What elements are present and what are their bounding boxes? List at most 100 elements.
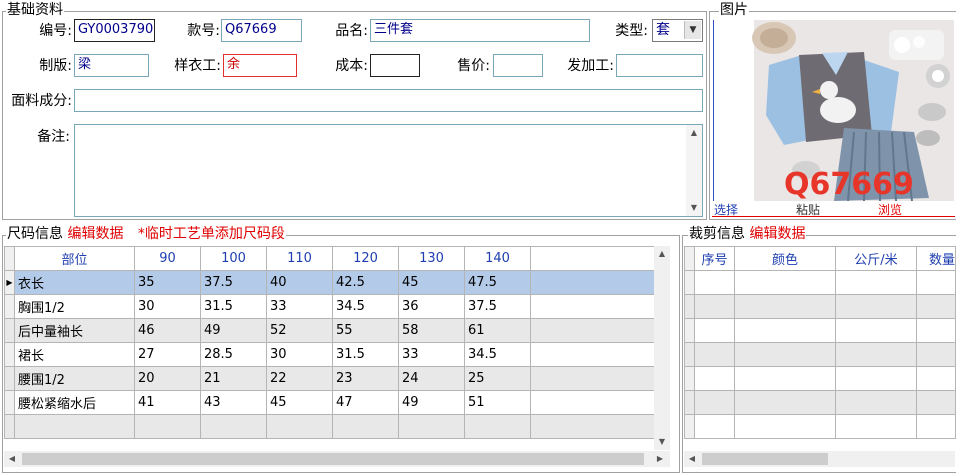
- table-cell[interactable]: 42.5: [332, 270, 399, 295]
- table-cell[interactable]: 45: [266, 390, 333, 415]
- scroll-thumb[interactable]: [702, 453, 828, 465]
- code-field[interactable]: GY0003790: [74, 19, 155, 42]
- scroll-thumb[interactable]: [22, 453, 644, 465]
- size-temp-note[interactable]: *临时工艺单添加尺码段: [138, 226, 285, 242]
- process-field[interactable]: [616, 54, 703, 77]
- table-row[interactable]: 裙长 27 28.5 30 31.5 33 34.5: [4, 342, 655, 367]
- table-cell[interactable]: 43: [200, 390, 267, 415]
- table-cell[interactable]: 27: [134, 342, 201, 367]
- fabric-field[interactable]: [74, 89, 703, 112]
- table-cell[interactable]: 33: [398, 342, 465, 367]
- size-edit-link[interactable]: 编辑数据: [67, 226, 123, 242]
- table-cell-empty[interactable]: [530, 318, 655, 343]
- table-cell[interactable]: 30: [266, 342, 333, 367]
- size-table[interactable]: 部位 90 100 110 120 130 140 ▶ 衣长 35 37.5 4…: [4, 246, 655, 439]
- table-cell[interactable]: 28.5: [200, 342, 267, 367]
- column-header[interactable]: 数量: [916, 246, 956, 271]
- table-cell[interactable]: 33: [266, 294, 333, 319]
- column-header[interactable]: 130: [398, 246, 465, 271]
- column-header[interactable]: 90: [134, 246, 201, 271]
- column-header[interactable]: 110: [266, 246, 333, 271]
- table-cell[interactable]: 21: [200, 366, 267, 391]
- column-header[interactable]: 140: [464, 246, 531, 271]
- table-row-empty[interactable]: [684, 342, 956, 367]
- scroll-up-icon[interactable]: ▲: [686, 125, 702, 141]
- table-row[interactable]: 腰松紧缩水后 41 43 45 47 49 51: [4, 390, 655, 415]
- scroll-up-icon[interactable]: ▲: [654, 246, 670, 262]
- table-cell[interactable]: 47.5: [464, 270, 531, 295]
- table-cell[interactable]: 后中量袖长: [14, 318, 135, 343]
- price-field[interactable]: [493, 54, 543, 77]
- cut-edit-link[interactable]: 编辑数据: [749, 226, 805, 242]
- table-row-empty[interactable]: [684, 294, 956, 319]
- column-header[interactable]: 部位: [14, 246, 135, 271]
- cut-table[interactable]: 序号 颜色 公斤/米 数量: [684, 246, 956, 439]
- scroll-left-icon[interactable]: ◀: [4, 451, 20, 467]
- table-cell[interactable]: 34.5: [332, 294, 399, 319]
- table-cell-empty[interactable]: [530, 270, 655, 295]
- table-cell[interactable]: 61: [464, 318, 531, 343]
- table-cell[interactable]: 37.5: [200, 270, 267, 295]
- maker-field[interactable]: 梁: [74, 54, 149, 77]
- table-row-empty[interactable]: [684, 318, 956, 343]
- table-cell[interactable]: 49: [398, 390, 465, 415]
- table-row[interactable]: 腰围1/2 20 21 22 23 24 25: [4, 366, 655, 391]
- column-header[interactable]: 颜色: [734, 246, 836, 271]
- table-cell[interactable]: 胸围1/2: [14, 294, 135, 319]
- table-cell[interactable]: 裙长: [14, 342, 135, 367]
- sample-field[interactable]: 余: [223, 54, 297, 77]
- table-cell-empty[interactable]: [530, 342, 655, 367]
- select-photo-button[interactable]: 选择: [714, 203, 738, 217]
- table-row-empty[interactable]: [684, 366, 956, 391]
- table-cell[interactable]: 腰围1/2: [14, 366, 135, 391]
- paste-photo-button[interactable]: 粘贴: [796, 203, 820, 217]
- table-cell[interactable]: 24: [398, 366, 465, 391]
- table-cell[interactable]: 31.5: [332, 342, 399, 367]
- table-row[interactable]: 胸围1/2 30 31.5 33 34.5 36 37.5: [4, 294, 655, 319]
- size-table-hscroll[interactable]: ◀ ▶: [4, 451, 670, 467]
- scroll-down-icon[interactable]: ▼: [686, 200, 702, 216]
- name-field[interactable]: 三件套: [370, 19, 590, 42]
- table-cell[interactable]: 衣长: [14, 270, 135, 295]
- table-cell[interactable]: 40: [266, 270, 333, 295]
- table-cell[interactable]: 46: [134, 318, 201, 343]
- table-row[interactable]: 后中量袖长 46 49 52 55 58 61: [4, 318, 655, 343]
- table-cell[interactable]: 22: [266, 366, 333, 391]
- scroll-down-icon[interactable]: ▼: [654, 434, 670, 450]
- column-header[interactable]: 100: [200, 246, 267, 271]
- table-cell[interactable]: 34.5: [464, 342, 531, 367]
- table-cell[interactable]: 30: [134, 294, 201, 319]
- table-cell[interactable]: 20: [134, 366, 201, 391]
- table-cell[interactable]: 腰松紧缩水后: [14, 390, 135, 415]
- table-cell[interactable]: 37.5: [464, 294, 531, 319]
- table-cell[interactable]: 31.5: [200, 294, 267, 319]
- table-cell[interactable]: 49: [200, 318, 267, 343]
- product-photo[interactable]: Q67669: [713, 20, 954, 201]
- table-cell-empty[interactable]: [530, 294, 655, 319]
- table-row-empty[interactable]: [684, 270, 956, 295]
- table-cell[interactable]: 47: [332, 390, 399, 415]
- browse-photo-button[interactable]: 浏览: [878, 203, 902, 217]
- cost-field[interactable]: [370, 54, 420, 77]
- scroll-right-icon[interactable]: ▶: [652, 451, 668, 467]
- note-field[interactable]: ▲ ▼: [74, 124, 703, 217]
- table-cell-empty[interactable]: [530, 390, 655, 415]
- table-cell[interactable]: 35: [134, 270, 201, 295]
- scroll-left-icon[interactable]: ◀: [684, 451, 700, 467]
- table-cell[interactable]: 52: [266, 318, 333, 343]
- table-row-empty[interactable]: [4, 414, 655, 439]
- table-cell-empty[interactable]: [530, 366, 655, 391]
- table-cell[interactable]: 25: [464, 366, 531, 391]
- table-cell[interactable]: 51: [464, 390, 531, 415]
- table-cell[interactable]: 55: [332, 318, 399, 343]
- note-scrollbar[interactable]: ▲ ▼: [686, 125, 702, 216]
- column-header[interactable]: 序号: [694, 246, 735, 271]
- column-header[interactable]: 120: [332, 246, 399, 271]
- size-table-vscroll[interactable]: ▲ ▼: [654, 246, 670, 450]
- cut-table-hscroll[interactable]: ◀: [684, 451, 955, 467]
- type-select[interactable]: 套 ▼: [652, 19, 703, 42]
- table-cell[interactable]: 41: [134, 390, 201, 415]
- style-field[interactable]: Q67669: [221, 19, 302, 42]
- table-cell[interactable]: 45: [398, 270, 465, 295]
- table-row-empty[interactable]: [684, 390, 956, 415]
